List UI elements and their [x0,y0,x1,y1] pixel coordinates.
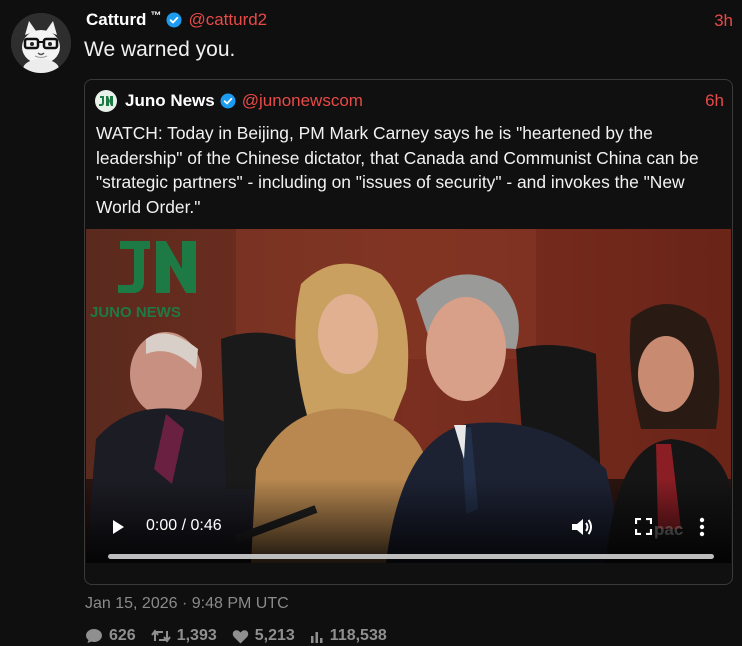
reply-count: 626 [109,627,136,644]
play-icon[interactable] [109,518,127,536]
like-stat[interactable]: 5,213 [232,627,295,645]
quote-header: Juno News @junonewscom [95,90,363,112]
quoted-tweet[interactable]: Juno News @junonewscom 6h WATCH: Today i… [84,79,733,585]
tweet-time[interactable]: 3h [714,11,733,31]
tweet-date[interactable]: Jan 15, 2026 · 9:48 PM UTC [85,595,289,613]
tweet-stats: 626 1,393 5,213 118,538 [85,627,402,645]
juno-news-avatar[interactable] [95,90,117,112]
volume-icon[interactable] [570,516,594,538]
views-count: 118,538 [329,627,387,644]
watermark-text: JUNO NEWS [90,304,181,321]
video-time: 0:00 / 0:46 [146,517,222,534]
quote-author-name[interactable]: Juno News [125,91,215,111]
reply-stat[interactable]: 626 [85,627,136,645]
author-name[interactable]: Catturd [86,10,146,30]
juno-logo-icon [99,96,113,106]
retweet-stat[interactable]: 1,393 [150,627,217,645]
verified-icon [220,93,236,109]
quote-time[interactable]: 6h [705,91,724,111]
like-icon [232,629,248,643]
verified-icon [166,12,182,28]
retweet-count: 1,393 [176,627,217,644]
views-stat[interactable]: 118,538 [310,627,387,645]
quote-author-handle[interactable]: @junonewscom [242,91,363,111]
avatar[interactable] [11,13,71,73]
fullscreen-icon[interactable] [635,518,652,535]
views-icon [310,632,323,643]
video-progress-bar[interactable] [108,554,714,559]
tweet-header: Catturd ™ @catturd2 [86,10,267,30]
cat-avatar-icon [11,13,71,73]
video-player[interactable]: JUNO NEWS pac 0:00 / 0:46 [86,229,731,563]
reply-icon [86,629,102,643]
author-handle[interactable]: @catturd2 [188,10,267,30]
video-controls: 0:00 / 0:46 [86,509,731,563]
trademark-symbol: ™ [150,10,162,22]
retweet-icon [150,629,171,643]
more-vertical-icon[interactable] [696,515,708,539]
quote-text: WATCH: Today in Beijing, PM Mark Carney … [96,123,699,217]
like-count: 5,213 [254,627,295,644]
tweet-text: We warned you. [84,38,236,61]
